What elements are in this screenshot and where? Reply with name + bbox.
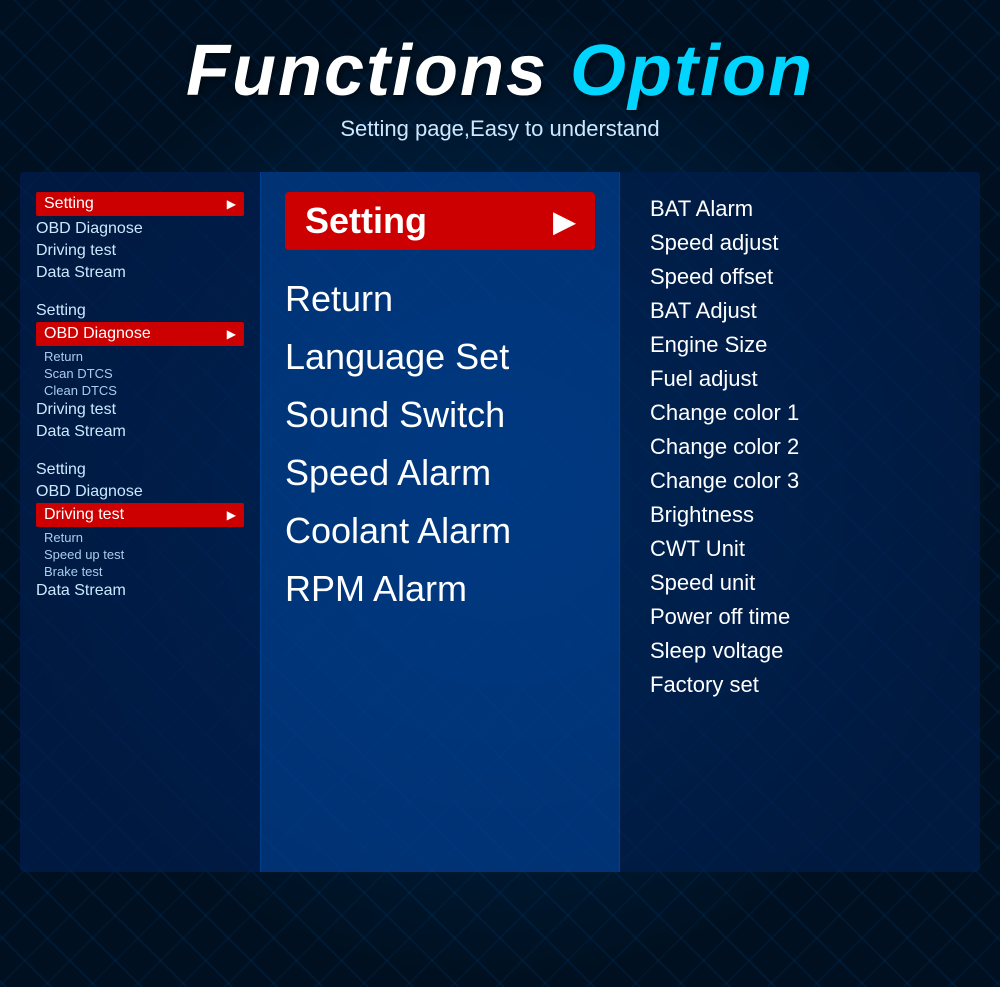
- right-item-cwt-unit[interactable]: CWT Unit: [650, 532, 950, 566]
- center-arrow-icon: ▶: [553, 205, 575, 238]
- left-sub-return-1[interactable]: Return: [44, 348, 244, 365]
- left-item-setting-1-label: Setting: [44, 195, 94, 213]
- panels-container: Setting ▶ OBD Diagnose Driving test Data…: [20, 172, 980, 872]
- left-item-data-2[interactable]: Data Stream: [36, 421, 244, 443]
- left-sub-speed-up[interactable]: Speed up test: [44, 546, 244, 563]
- right-item-fuel-adjust[interactable]: Fuel adjust: [650, 362, 950, 396]
- right-item-change-color-1[interactable]: Change color 1: [650, 396, 950, 430]
- right-item-factory-set[interactable]: Factory set: [650, 668, 950, 702]
- left-submenu-obd: Return Scan DTCS Clean DTCS: [36, 348, 244, 399]
- main-wrapper: Functions Option Setting page,Easy to un…: [0, 0, 1000, 987]
- left-item-setting-3[interactable]: Setting: [36, 459, 244, 481]
- left-sub-scan-dtcs[interactable]: Scan DTCS: [44, 365, 244, 382]
- right-item-sleep-voltage[interactable]: Sleep voltage: [650, 634, 950, 668]
- right-item-bat-adjust[interactable]: BAT Adjust: [650, 294, 950, 328]
- left-item-setting-2[interactable]: Setting: [36, 300, 244, 322]
- left-sub-clean-dtcs[interactable]: Clean DTCS: [44, 382, 244, 399]
- left-item-obd-1[interactable]: OBD Diagnose: [36, 218, 244, 240]
- left-group-2: Setting OBD Diagnose ▶ Return Scan DTCS …: [36, 300, 244, 443]
- title-part2: Option: [570, 31, 814, 111]
- left-group-1: Setting ▶ OBD Diagnose Driving test Data…: [36, 192, 244, 284]
- page-title: Functions Option: [186, 30, 814, 112]
- center-item-return[interactable]: Return: [285, 270, 595, 328]
- right-item-change-color-3[interactable]: Change color 3: [650, 464, 950, 498]
- right-item-change-color-2[interactable]: Change color 2: [650, 430, 950, 464]
- arrow-icon-3: ▶: [227, 508, 236, 522]
- left-item-driving-active[interactable]: Driving test ▶: [36, 503, 244, 527]
- right-panel: BAT Alarm Speed adjust Speed offset BAT …: [620, 172, 980, 872]
- left-item-driving-active-label: Driving test: [44, 506, 124, 524]
- left-item-obd-active-label: OBD Diagnose: [44, 325, 151, 343]
- center-item-rpm[interactable]: RPM Alarm: [285, 560, 595, 618]
- center-item-coolant[interactable]: Coolant Alarm: [285, 502, 595, 560]
- center-item-language[interactable]: Language Set: [285, 328, 595, 386]
- right-item-bat-alarm[interactable]: BAT Alarm: [650, 192, 950, 226]
- right-item-power-off[interactable]: Power off time: [650, 600, 950, 634]
- page-subtitle: Setting page,Easy to understand: [186, 116, 814, 142]
- center-active-setting[interactable]: Setting ▶: [285, 192, 595, 250]
- left-item-setting-1[interactable]: Setting ▶: [36, 192, 244, 216]
- arrow-icon-2: ▶: [227, 327, 236, 341]
- right-item-speed-adjust[interactable]: Speed adjust: [650, 226, 950, 260]
- center-panel: Setting ▶ Return Language Set Sound Swit…: [260, 172, 620, 872]
- left-item-obd-active[interactable]: OBD Diagnose ▶: [36, 322, 244, 346]
- left-panel: Setting ▶ OBD Diagnose Driving test Data…: [20, 172, 260, 872]
- left-item-obd-3[interactable]: OBD Diagnose: [36, 481, 244, 503]
- left-item-data-3[interactable]: Data Stream: [36, 580, 244, 602]
- right-item-engine-size[interactable]: Engine Size: [650, 328, 950, 362]
- left-item-driving-1[interactable]: Driving test: [36, 240, 244, 262]
- center-active-label: Setting: [305, 200, 427, 242]
- left-item-driving-2[interactable]: Driving test: [36, 399, 244, 421]
- center-item-sound[interactable]: Sound Switch: [285, 386, 595, 444]
- left-submenu-driving: Return Speed up test Brake test: [36, 529, 244, 580]
- center-item-speed-alarm[interactable]: Speed Alarm: [285, 444, 595, 502]
- left-sub-return-2[interactable]: Return: [44, 529, 244, 546]
- left-item-data-1[interactable]: Data Stream: [36, 262, 244, 284]
- header: Functions Option Setting page,Easy to un…: [186, 0, 814, 152]
- title-part1: Functions: [186, 31, 570, 111]
- right-item-speed-offset[interactable]: Speed offset: [650, 260, 950, 294]
- left-sub-brake[interactable]: Brake test: [44, 563, 244, 580]
- arrow-icon-1: ▶: [227, 197, 236, 211]
- right-item-speed-unit[interactable]: Speed unit: [650, 566, 950, 600]
- left-group-3: Setting OBD Diagnose Driving test ▶ Retu…: [36, 459, 244, 602]
- right-item-brightness[interactable]: Brightness: [650, 498, 950, 532]
